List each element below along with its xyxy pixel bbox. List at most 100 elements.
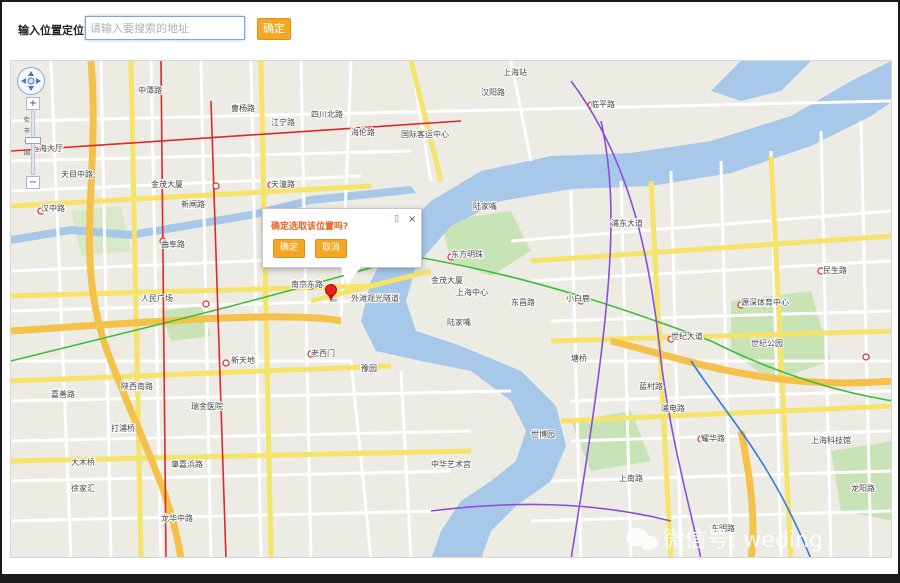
map-place-label[interactable]: 上海科技馆 xyxy=(810,434,852,446)
map-place-label[interactable]: 龙华中路 xyxy=(160,512,194,524)
place-label-text: 浦电路 xyxy=(661,403,685,413)
map-place-label[interactable]: 海伦路 xyxy=(350,126,376,138)
place-label-text: 龙华中路 xyxy=(161,513,193,523)
place-label-text: 肇嘉浜路 xyxy=(171,459,203,469)
map-place-label[interactable]: 嘉善路 xyxy=(50,388,76,400)
map-place-label[interactable]: 浦东大道 xyxy=(610,217,644,229)
map-place-label[interactable]: 世纪大道 xyxy=(670,330,704,342)
map-place-label[interactable]: 天潼路 xyxy=(270,178,296,190)
map-place-label[interactable]: 东昌路 xyxy=(510,296,536,308)
wechat-watermark: 微信号: weding xyxy=(626,528,823,553)
map-place-label[interactable]: 老西门 xyxy=(310,347,336,359)
map-place-label[interactable]: 打浦桥 xyxy=(110,422,136,434)
place-label-text: 汉阳路 xyxy=(481,87,505,97)
close-icon[interactable]: × xyxy=(408,214,416,225)
mobile-icon[interactable]: ▯ xyxy=(394,214,399,224)
map-place-label[interactable]: 塘桥 xyxy=(570,352,588,364)
map-place-label[interactable]: 南京东路 xyxy=(290,278,324,290)
location-marker-icon[interactable] xyxy=(325,284,337,302)
map-place-label[interactable]: 大木桥 xyxy=(70,456,96,468)
place-label-text: 外滩观光隧道 xyxy=(351,293,399,303)
map-place-label[interactable]: 陆家嘴 xyxy=(472,200,498,212)
map-place-label[interactable]: 外滩观光隧道 xyxy=(350,292,400,304)
map-place-label[interactable]: 曲阜路 xyxy=(160,238,186,250)
place-label-text: 国际客运中心 xyxy=(401,129,449,139)
map-place-label[interactable]: 金茂大厦 xyxy=(150,178,184,190)
place-label-text: 世纪大道 xyxy=(671,331,703,341)
place-label-text: 瑞金医院 xyxy=(191,401,223,411)
map-place-label[interactable]: 豫园 xyxy=(360,362,378,374)
map-place-label[interactable]: 四川北路 xyxy=(310,108,344,120)
place-label-text: 浦东大道 xyxy=(611,218,643,228)
zoom-slider-handle[interactable] xyxy=(25,137,41,144)
popup-confirm-button[interactable]: 确定 xyxy=(273,239,305,258)
place-label-text: 小白鹿 xyxy=(566,293,590,303)
map-place-label[interactable]: 汉阳路 xyxy=(480,86,506,98)
popup-title: 确定选取该位置吗? xyxy=(271,222,349,232)
watermark-text: 微信号: weding xyxy=(663,528,823,553)
map-place-label[interactable]: 中潭路 xyxy=(137,84,163,96)
place-label-text: 上海中心 xyxy=(456,287,488,297)
popup-cancel-button[interactable]: 取消 xyxy=(315,239,347,258)
place-label-text: 临平路 xyxy=(591,99,615,109)
map-place-label[interactable]: 源深体育中心 xyxy=(740,296,790,308)
pan-arrows-icon xyxy=(21,71,41,91)
place-label-text: 世纪公园 xyxy=(751,338,783,348)
map-place-label[interactable]: 浦电路 xyxy=(660,402,686,414)
place-label-text: 蓝村路 xyxy=(639,381,663,391)
map-place-label[interactable]: 临平路 xyxy=(590,98,616,110)
map-place-label[interactable]: 上海中心 xyxy=(455,286,489,298)
map-pan-control[interactable] xyxy=(17,67,47,97)
map-place-label[interactable]: 杨高南路 xyxy=(890,348,892,360)
place-label-text: 中潭路 xyxy=(138,85,162,95)
place-label-text: 陆家嘴 xyxy=(447,317,471,327)
place-label-text: 打浦桥 xyxy=(111,423,135,433)
place-label-text: 老西门 xyxy=(311,348,335,358)
place-label-text: 南京东路 xyxy=(291,279,323,289)
place-label-text: 陆家嘴 xyxy=(473,201,497,211)
map-place-label[interactable]: 国际客运中心 xyxy=(400,128,450,140)
map-place-label[interactable]: 瑞金医院 xyxy=(190,400,224,412)
place-label-text: 上南路 xyxy=(619,473,643,483)
place-label-text: 天目中路 xyxy=(61,169,93,179)
map-place-label[interactable]: 小白鹿 xyxy=(565,292,591,304)
map-place-label[interactable]: 天目中路 xyxy=(60,168,94,180)
place-label-text: 上海大厅 xyxy=(31,143,63,153)
map-place-label[interactable]: 汉中路 xyxy=(40,202,66,214)
place-label-text: 杨高南路 xyxy=(891,349,892,359)
zoom-in-button[interactable]: + xyxy=(26,97,40,110)
map-labels-layer: 上海站临平路 汉阳路 中潭路曹杨路江宁路 四川北路海伦路 国际客运中心上海大厅天目中路金… xyxy=(30,66,892,534)
map-place-label[interactable]: 曹杨路 xyxy=(230,102,256,114)
map-place-label[interactable]: 人民广场 xyxy=(140,292,174,304)
map-place-label[interactable]: 新闸路 xyxy=(180,198,206,210)
map-place-label[interactable]: 上海大厅 xyxy=(30,142,64,154)
map-place-label[interactable]: 上南路 xyxy=(618,472,644,484)
zoom-mark-country: 国 xyxy=(24,150,31,157)
map-place-label[interactable]: 陆家嘴 xyxy=(446,316,472,328)
map-place-label[interactable]: 蓝村路 xyxy=(638,380,664,392)
map-place-label[interactable]: 耀华路 xyxy=(700,432,726,444)
place-label-text: 中华艺术宫 xyxy=(431,459,471,469)
map-place-label[interactable]: 民生路 xyxy=(822,264,848,276)
map-place-label[interactable]: 江宁路 xyxy=(270,116,296,128)
map-place-label[interactable]: 金茂大厦 xyxy=(430,274,464,286)
map-place-label[interactable]: 肇嘉浜路 xyxy=(170,458,204,470)
locate-confirm-button[interactable]: 确定 xyxy=(257,18,291,40)
zoom-mark-city: 市 xyxy=(24,128,31,135)
map-place-label[interactable]: 徐家汇 xyxy=(70,482,96,494)
map-place-label[interactable]: 龙阳路 xyxy=(850,482,876,494)
search-toolbar: 输入位置定位： 确定 xyxy=(2,2,898,54)
map-place-label[interactable]: 新天地 xyxy=(230,354,256,366)
place-label-text: 天潼路 xyxy=(271,179,295,189)
place-label-text: 民生路 xyxy=(823,265,847,275)
place-label-text: 新闸路 xyxy=(181,199,205,209)
zoom-out-button[interactable]: − xyxy=(26,176,40,189)
map-place-label[interactable]: 世博园 xyxy=(530,428,556,440)
map-place-label[interactable]: 上海站 xyxy=(502,66,528,78)
map-place-label[interactable]: 东方明珠 xyxy=(450,248,484,260)
map-view[interactable]: 上海站临平路 汉阳路 中潭路曹杨路江宁路 四川北路 海伦路 国际客运中心上海大厅天目中路金… xyxy=(10,60,892,558)
map-place-label[interactable]: 世纪公园 xyxy=(750,337,784,349)
map-place-label[interactable]: 陕西南路 xyxy=(120,380,154,392)
address-search-input[interactable] xyxy=(85,16,245,40)
map-place-label[interactable]: 中华艺术宫 xyxy=(430,458,472,470)
